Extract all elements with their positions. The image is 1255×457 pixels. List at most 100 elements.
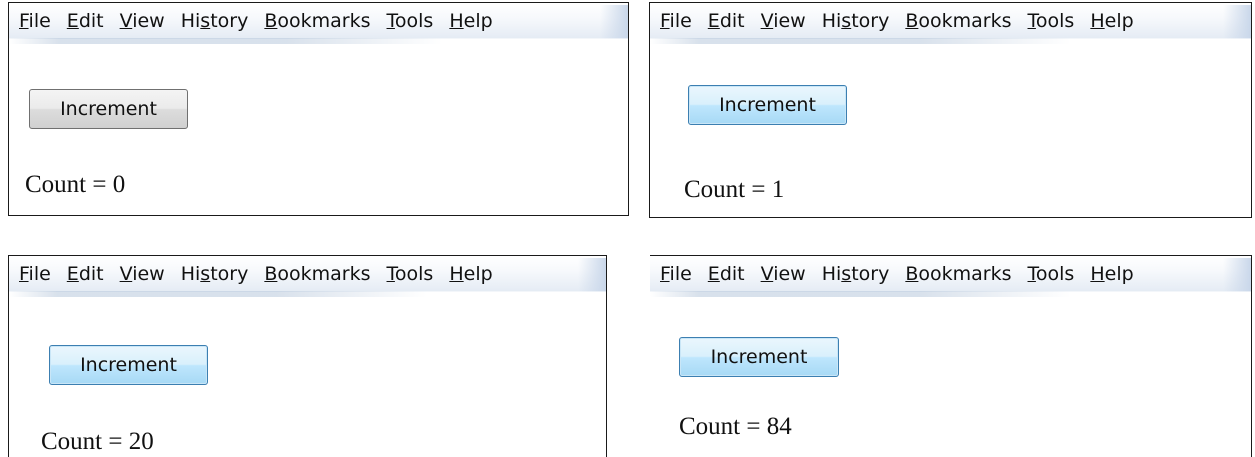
menu-item-text: ools xyxy=(394,10,434,32)
menu-item-text: tory xyxy=(210,10,249,32)
menu-item-accesskey: H xyxy=(449,10,464,32)
menu-item-accesskey: B xyxy=(264,263,278,285)
menu-item-accesskey: E xyxy=(66,263,79,285)
menu-item[interactable]: Edit xyxy=(67,10,104,32)
menu-item-text: iew xyxy=(773,10,806,32)
menu-item[interactable]: File xyxy=(660,263,692,285)
menu-item[interactable]: History xyxy=(181,10,249,32)
menu-item[interactable]: File xyxy=(660,10,692,32)
menu-item-accesskey: V xyxy=(119,10,133,32)
menu-item-text: iew xyxy=(132,263,165,285)
menu-item-text: iew xyxy=(132,10,165,32)
menu-item-text: elp xyxy=(463,263,493,285)
menu-item-text: dit xyxy=(719,263,745,285)
menu-item[interactable]: Tools xyxy=(387,10,434,32)
menu-item[interactable]: History xyxy=(181,263,249,285)
menu-item[interactable]: View xyxy=(761,10,806,32)
menu-item-text: ookmarks xyxy=(277,263,371,285)
menu-item-accesskey: s xyxy=(200,10,211,32)
increment-button[interactable]: Increment xyxy=(679,337,839,377)
menu-item-accesskey: s xyxy=(200,263,211,285)
menu-item-text: ools xyxy=(394,263,434,285)
menu-item[interactable]: File xyxy=(19,263,51,285)
menu-item[interactable]: Help xyxy=(449,263,492,285)
count-display: Count = 20 xyxy=(41,428,154,455)
menu-item-accesskey: s xyxy=(841,10,852,32)
menu-item[interactable]: History xyxy=(822,263,890,285)
menu-item-accesskey: B xyxy=(264,10,278,32)
menu-item-text: ookmarks xyxy=(277,10,371,32)
menu-item-text: iew xyxy=(773,263,806,285)
menu-item[interactable]: Help xyxy=(449,10,492,32)
menu-item-accesskey: B xyxy=(905,263,919,285)
menu-item-accesskey: F xyxy=(19,263,29,285)
menu-item[interactable]: Edit xyxy=(708,10,745,32)
menu-item-text: ile xyxy=(28,263,51,285)
menu-item-text: tory xyxy=(851,10,890,32)
menu-item-text: Hi xyxy=(180,10,201,32)
menu-item-accesskey: E xyxy=(66,10,79,32)
menu-item[interactable]: Bookmarks xyxy=(905,10,1011,32)
menu-item-text: dit xyxy=(78,10,104,32)
menu-item[interactable]: Bookmarks xyxy=(264,10,370,32)
menu-item-text: Hi xyxy=(821,263,842,285)
menu-item-text: ookmarks xyxy=(918,263,1012,285)
menu-item-accesskey: V xyxy=(760,263,774,285)
menu-item[interactable]: Bookmarks xyxy=(905,263,1011,285)
menu-item-accesskey: V xyxy=(760,10,774,32)
menu-item[interactable]: Tools xyxy=(1028,10,1075,32)
increment-button[interactable]: Increment xyxy=(29,89,188,129)
increment-button[interactable]: Increment xyxy=(688,85,847,125)
menu-item-accesskey: s xyxy=(841,263,852,285)
menu-item-text: elp xyxy=(463,10,493,32)
menu-item-accesskey: H xyxy=(1090,10,1105,32)
menu-item[interactable]: View xyxy=(120,10,165,32)
menu-item[interactable]: View xyxy=(120,263,165,285)
menu-item[interactable]: History xyxy=(822,10,890,32)
menu-item-text: tory xyxy=(851,263,890,285)
menu-item-text: tory xyxy=(210,263,249,285)
increment-button[interactable]: Increment xyxy=(49,345,208,385)
menu-item-text: elp xyxy=(1104,263,1134,285)
menu-bar: File Edit View History Bookmarks Tools Help xyxy=(650,256,1251,297)
menu-bar: File Edit View History Bookmarks Tools Help xyxy=(650,3,1251,44)
menu-item-accesskey: F xyxy=(19,10,29,32)
count-display: Count = 84 xyxy=(679,413,792,440)
menu-item[interactable]: Edit xyxy=(708,263,745,285)
menu-item[interactable]: Help xyxy=(1090,10,1133,32)
browser-window-3: File Edit View History Bookmarks Tools Help In… xyxy=(8,255,607,457)
menu-item-accesskey: T xyxy=(1027,10,1036,32)
browser-window-1: File Edit View History Bookmarks Tools Help In… xyxy=(8,2,629,216)
menu-item-accesskey: H xyxy=(449,263,464,285)
menu-item-text: ookmarks xyxy=(918,10,1012,32)
browser-window-2: File Edit View History Bookmarks Tools Help In… xyxy=(649,2,1252,218)
menu-item-accesskey: T xyxy=(386,10,395,32)
menu-item[interactable]: Tools xyxy=(1028,263,1075,285)
menu-item-text: ile xyxy=(669,263,692,285)
menu-item[interactable]: View xyxy=(761,263,806,285)
menu-item-text: dit xyxy=(719,10,745,32)
menu-bar: File Edit View History Bookmarks Tools Help xyxy=(9,256,606,297)
menu-item[interactable]: File xyxy=(19,10,51,32)
menu-item-accesskey: H xyxy=(1090,263,1105,285)
menu-item-accesskey: V xyxy=(119,263,133,285)
menu-bar: File Edit View History Bookmarks Tools Help xyxy=(9,3,628,44)
menu-item-text: ools xyxy=(1035,10,1075,32)
menu-item-accesskey: B xyxy=(905,10,919,32)
menu-item-text: ile xyxy=(28,10,51,32)
menu-item-text: dit xyxy=(78,263,104,285)
menu-item-text: Hi xyxy=(821,10,842,32)
menu-item-accesskey: E xyxy=(707,263,720,285)
count-display: Count = 1 xyxy=(684,176,785,203)
menu-item-accesskey: E xyxy=(707,10,720,32)
menu-item[interactable]: Edit xyxy=(67,263,104,285)
menu-item[interactable]: Tools xyxy=(387,263,434,285)
menu-item-accesskey: T xyxy=(386,263,395,285)
menu-item-accesskey: F xyxy=(660,10,670,32)
count-display: Count = 0 xyxy=(25,171,126,198)
menu-item[interactable]: Help xyxy=(1090,263,1133,285)
menu-item[interactable]: Bookmarks xyxy=(264,263,370,285)
menu-item-text: ools xyxy=(1035,263,1075,285)
menu-item-text: Hi xyxy=(180,263,201,285)
menu-item-accesskey: T xyxy=(1027,263,1036,285)
